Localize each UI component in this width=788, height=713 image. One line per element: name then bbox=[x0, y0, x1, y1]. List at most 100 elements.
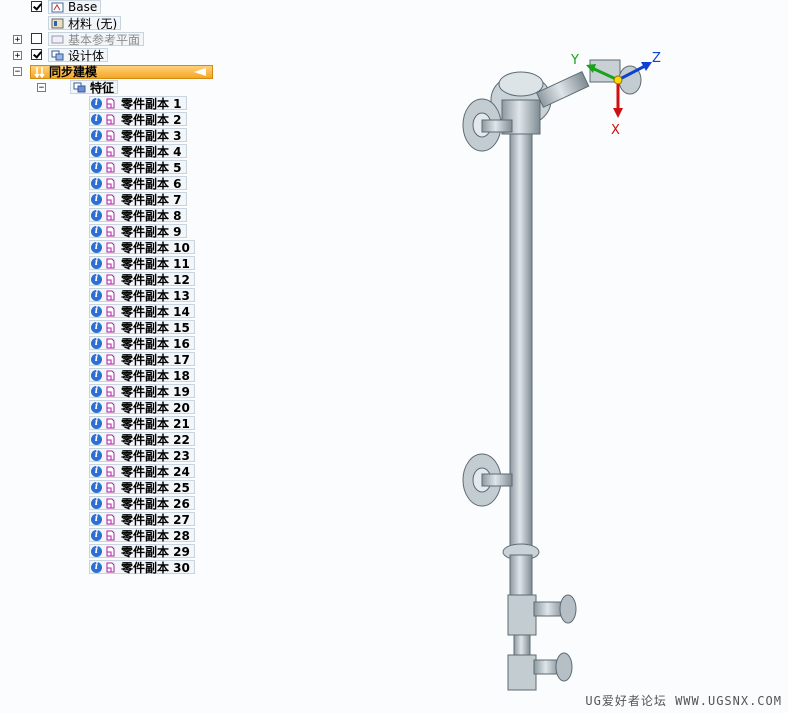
tree-item-part-copy[interactable]: i 零件副本 7 bbox=[89, 192, 187, 207]
tree-item-part-copy[interactable]: i 零件副本 5 bbox=[89, 160, 187, 175]
part-copy-icon bbox=[106, 194, 115, 204]
base-checkbox[interactable] bbox=[31, 1, 42, 12]
part-copy-label: 零件副本 11 bbox=[121, 256, 190, 271]
part-copy-icon bbox=[106, 418, 115, 428]
info-icon[interactable]: i bbox=[91, 193, 102, 205]
tree-item-part-copy[interactable]: i 零件副本 29 bbox=[89, 544, 195, 559]
part-copy-icon bbox=[106, 114, 115, 124]
tree-item-material[interactable]: 材料 (无) bbox=[48, 16, 122, 31]
axis-z-label: Z bbox=[652, 51, 661, 66]
info-icon[interactable]: i bbox=[91, 465, 102, 477]
tree-item-sync-modeling[interactable]: 同步建模 bbox=[30, 65, 213, 79]
info-icon[interactable]: i bbox=[91, 305, 102, 317]
features-expander[interactable]: − bbox=[37, 83, 46, 93]
part-copy-label: 零件副本 16 bbox=[121, 336, 190, 351]
part-copy-label: 零件副本 27 bbox=[121, 512, 190, 527]
tree-item-part-copy[interactable]: i 零件副本 22 bbox=[89, 432, 195, 447]
tree-item-part-copy[interactable]: i 零件副本 28 bbox=[89, 528, 195, 543]
part-copy-icon bbox=[106, 306, 115, 316]
tree-item-part-copy[interactable]: i 零件副本 23 bbox=[89, 448, 195, 463]
tree-item-part-copy[interactable]: i 零件副本 11 bbox=[89, 256, 195, 271]
part-copy-icon bbox=[106, 274, 115, 284]
ref-planes-expander[interactable]: + bbox=[13, 35, 22, 45]
info-icon[interactable]: i bbox=[91, 561, 102, 573]
info-icon[interactable]: i bbox=[91, 257, 102, 269]
design-body-expander[interactable]: + bbox=[13, 51, 22, 61]
part-copy-label: 零件副本 6 bbox=[121, 176, 182, 191]
sync-modeling-expander[interactable]: − bbox=[13, 67, 22, 77]
info-icon[interactable]: i bbox=[91, 497, 102, 509]
tree-item-part-copy[interactable]: i 零件副本 17 bbox=[89, 352, 195, 367]
info-icon[interactable]: i bbox=[91, 545, 102, 557]
info-icon[interactable]: i bbox=[91, 209, 102, 221]
part-copy-label: 零件副本 12 bbox=[121, 272, 190, 287]
info-icon[interactable]: i bbox=[91, 241, 102, 253]
tree-item-part-copy[interactable]: i 零件副本 30 bbox=[89, 560, 195, 575]
feature-tree: Base 材料 (无) + 基本参考平面 + 设计体 − 同步建模 − 特征 i… bbox=[0, 0, 220, 600]
collapse-arrow-icon[interactable] bbox=[194, 68, 206, 76]
info-icon[interactable]: i bbox=[91, 273, 102, 285]
tree-item-part-copy[interactable]: i 零件副本 14 bbox=[89, 304, 195, 319]
tree-item-ref-planes[interactable]: 基本参考平面 bbox=[48, 32, 145, 47]
part-copy-icon bbox=[106, 498, 115, 508]
part-copy-label: 零件副本 3 bbox=[121, 128, 182, 143]
tree-item-part-copy[interactable]: i 零件副本 27 bbox=[89, 512, 195, 527]
tree-item-part-copy[interactable]: i 零件副本 2 bbox=[89, 112, 187, 127]
info-icon[interactable]: i bbox=[91, 353, 102, 365]
tree-item-part-copy[interactable]: i 零件副本 12 bbox=[89, 272, 195, 287]
part-copy-label: 零件副本 28 bbox=[121, 528, 190, 543]
tree-item-base[interactable]: Base bbox=[48, 0, 102, 14]
info-icon[interactable]: i bbox=[91, 513, 102, 525]
info-icon[interactable]: i bbox=[91, 481, 102, 493]
info-icon[interactable]: i bbox=[91, 401, 102, 413]
info-icon[interactable]: i bbox=[91, 449, 102, 461]
material-icon bbox=[51, 18, 64, 28]
tree-item-part-copy[interactable]: i 零件副本 6 bbox=[89, 176, 187, 191]
info-icon[interactable]: i bbox=[91, 385, 102, 397]
info-icon[interactable]: i bbox=[91, 113, 102, 125]
info-icon[interactable]: i bbox=[91, 529, 102, 541]
part-copy-label: 零件副本 2 bbox=[121, 112, 182, 127]
tree-item-part-copy[interactable]: i 零件副本 26 bbox=[89, 496, 195, 511]
info-icon[interactable]: i bbox=[91, 337, 102, 349]
info-icon[interactable]: i bbox=[91, 97, 102, 109]
features-label: 特征 bbox=[90, 80, 115, 95]
info-icon[interactable]: i bbox=[91, 225, 102, 237]
tree-item-part-copy[interactable]: i 零件副本 18 bbox=[89, 368, 195, 383]
info-icon[interactable]: i bbox=[91, 129, 102, 141]
tree-item-features[interactable]: 特征 bbox=[70, 80, 119, 95]
info-icon[interactable]: i bbox=[91, 433, 102, 445]
design-body-checkbox[interactable] bbox=[31, 49, 42, 60]
tree-item-part-copy[interactable]: i 零件副本 16 bbox=[89, 336, 195, 351]
tree-item-part-copy[interactable]: i 零件副本 13 bbox=[89, 288, 195, 303]
part-copy-label: 零件副本 13 bbox=[121, 288, 190, 303]
sync-icon bbox=[34, 67, 45, 78]
part-copy-icon bbox=[106, 338, 115, 348]
tree-item-design-body[interactable]: 设计体 bbox=[48, 48, 109, 63]
tree-item-part-copy[interactable]: i 零件副本 25 bbox=[89, 480, 195, 495]
info-icon[interactable]: i bbox=[91, 145, 102, 157]
tree-item-part-copy[interactable]: i 零件副本 4 bbox=[89, 144, 187, 159]
tree-item-part-copy[interactable]: i 零件副本 21 bbox=[89, 416, 195, 431]
info-icon[interactable]: i bbox=[91, 369, 102, 381]
tree-item-part-copy[interactable]: i 零件副本 10 bbox=[89, 240, 195, 255]
part-copy-label: 零件副本 18 bbox=[121, 368, 190, 383]
tree-item-part-copy[interactable]: i 零件副本 1 bbox=[89, 96, 187, 111]
part-copy-icon bbox=[106, 146, 115, 156]
model-view: Y Z X bbox=[462, 51, 661, 691]
tree-item-part-copy[interactable]: i 零件副本 15 bbox=[89, 320, 195, 335]
tree-item-part-copy[interactable]: i 零件副本 24 bbox=[89, 464, 195, 479]
part-copy-label: 零件副本 26 bbox=[121, 496, 190, 511]
ref-planes-checkbox[interactable] bbox=[31, 33, 42, 44]
info-icon[interactable]: i bbox=[91, 161, 102, 173]
tree-item-part-copy[interactable]: i 零件副本 9 bbox=[89, 224, 187, 239]
info-icon[interactable]: i bbox=[91, 177, 102, 189]
info-icon[interactable]: i bbox=[91, 417, 102, 429]
info-icon[interactable]: i bbox=[91, 289, 102, 301]
info-icon[interactable]: i bbox=[91, 321, 102, 333]
tree-item-part-copy[interactable]: i 零件副本 8 bbox=[89, 208, 187, 223]
part-copy-icon bbox=[106, 130, 115, 140]
tree-item-part-copy[interactable]: i 零件副本 19 bbox=[89, 384, 195, 399]
tree-item-part-copy[interactable]: i 零件副本 20 bbox=[89, 400, 195, 415]
tree-item-part-copy[interactable]: i 零件副本 3 bbox=[89, 128, 187, 143]
